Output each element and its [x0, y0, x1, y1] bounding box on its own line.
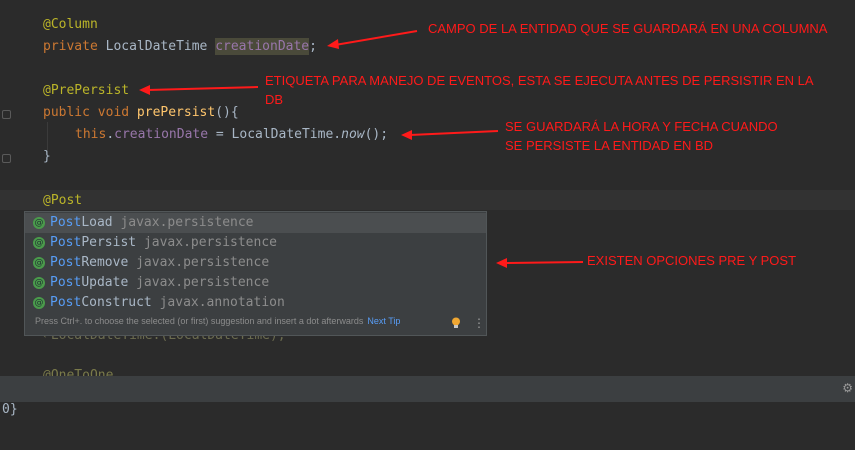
annotation-note-column: CAMPO DE LA ENTIDAD QUE SE GUARDARÁ EN U… — [428, 21, 828, 36]
code-line-annotation-column[interactable]: @Column — [43, 15, 98, 35]
completion-package-text: javax.persistence — [143, 235, 277, 250]
code-token: creationDate — [114, 127, 209, 142]
completion-item[interactable]: @ PostRemove javax.persistence — [25, 253, 486, 273]
completion-item-label: PostPersist javax.persistence — [50, 233, 277, 253]
code-token: @Column — [43, 17, 98, 32]
code-token: private — [43, 39, 106, 54]
fold-marker-icon[interactable] — [2, 154, 11, 163]
annotation-note-prepersist-line2: DB — [265, 92, 284, 107]
completion-item-label: PostConstruct javax.annotation — [50, 293, 285, 313]
code-token: = LocalDateTime. — [208, 127, 342, 142]
code-token: @PrePersist — [43, 83, 130, 98]
completion-match-text: Post — [50, 255, 82, 270]
arrow-to-completion-icon — [496, 258, 584, 268]
code-token: creationDate — [215, 38, 310, 55]
completion-package-text: javax.annotation — [159, 295, 285, 310]
code-token: . — [106, 127, 115, 142]
completion-match-text: Post — [50, 295, 82, 310]
completion-item[interactable]: @ PostConstruct javax.annotation — [25, 293, 486, 313]
fold-marker-icon[interactable] — [2, 110, 11, 119]
annotation-type-icon: @ — [33, 237, 45, 249]
gear-icon[interactable]: ⚙ — [842, 381, 853, 395]
completion-item-label: PostUpdate javax.persistence — [50, 273, 269, 293]
completion-item[interactable]: @ PostLoad javax.persistence — [25, 213, 486, 233]
code-completion-popup[interactable]: @ PostLoad javax.persistence @ PostPersist … — [24, 211, 487, 336]
completion-package-text: javax.persistence — [136, 255, 270, 270]
code-line-obscured-onetoone: @OneToOne — [43, 368, 114, 376]
annotation-type-icon: @ — [33, 217, 45, 229]
code-line-closing-brace[interactable]: } — [43, 147, 51, 167]
code-line-annotation-prepersist[interactable]: @PrePersist — [43, 81, 129, 101]
completion-match-text: Post — [50, 235, 82, 250]
completion-rest-text: Update — [81, 275, 137, 290]
current-line-highlight — [0, 190, 855, 210]
annotation-type-icon: @ — [33, 277, 45, 289]
completion-match-text: Post — [50, 215, 82, 230]
arrow-to-field-icon — [327, 30, 418, 49]
code-token: (){ — [215, 105, 239, 120]
completion-item-label: PostRemove javax.persistence — [50, 253, 269, 273]
completion-footer-hint: Press Ctrl+. to choose the selected (or … — [35, 316, 364, 326]
code-line-method-signature[interactable]: public void prePersist(){ — [43, 103, 239, 123]
code-line-assignment[interactable]: this.creationDate = LocalDateTime.now(); — [75, 125, 388, 145]
code-token: } — [43, 149, 51, 164]
code-line-annotation-post[interactable]: @Post — [43, 191, 82, 211]
code-token: LocalDateTime — [105, 39, 216, 54]
code-line-field-declaration[interactable]: private LocalDateTime creationDate; — [43, 37, 317, 57]
annotation-note-datetime-line1: SE GUARDARÁ LA HORA Y FECHA CUANDO — [505, 119, 778, 134]
completion-rest-text: Construct — [81, 295, 160, 310]
lightbulb-icon[interactable] — [451, 317, 461, 329]
completion-footer: Press Ctrl+. to choose the selected (or … — [35, 316, 400, 326]
bottom-tool-panel-header: ⚙ — [0, 376, 855, 402]
console-area — [0, 402, 855, 450]
annotation-note-prepersist-line1: ETIQUETA PARA MANEJO DE EVENTOS, ESTA SE… — [265, 73, 814, 88]
arrow-to-prepersist-icon — [139, 85, 259, 95]
completion-package-text: javax.persistence — [120, 215, 254, 230]
next-tip-link[interactable]: Next Tip — [367, 316, 400, 326]
annotation-note-datetime-line2: SE PERSISTE LA ENTIDAD EN BD — [505, 138, 714, 153]
completion-item[interactable]: @ PostPersist javax.persistence — [25, 233, 486, 253]
completion-item[interactable]: @ PostUpdate javax.persistence — [25, 273, 486, 293]
console-output-text: 0} — [2, 402, 18, 417]
completion-rest-text: Load — [81, 215, 121, 230]
annotation-note-pre-post: EXISTEN OPCIONES PRE Y POST — [587, 253, 797, 268]
completion-item-label: PostLoad javax.persistence — [50, 213, 254, 233]
annotation-type-icon: @ — [33, 297, 45, 309]
code-token: ; — [309, 39, 317, 54]
completion-rest-text: Persist — [81, 235, 144, 250]
code-token: (); — [364, 127, 389, 142]
code-token: prePersist — [136, 105, 216, 120]
completion-rest-text: Remove — [81, 255, 137, 270]
arrow-to-assignment-icon — [401, 130, 499, 140]
completion-package-text: javax.persistence — [136, 275, 270, 290]
code-token: public void — [43, 105, 137, 120]
completion-match-text: Post — [50, 275, 82, 290]
annotation-type-icon: @ — [33, 257, 45, 269]
more-options-icon[interactable]: ⋮ — [473, 316, 485, 330]
code-token: this — [75, 127, 107, 142]
code-token: @Post — [43, 193, 83, 208]
code-token: now — [341, 127, 365, 142]
